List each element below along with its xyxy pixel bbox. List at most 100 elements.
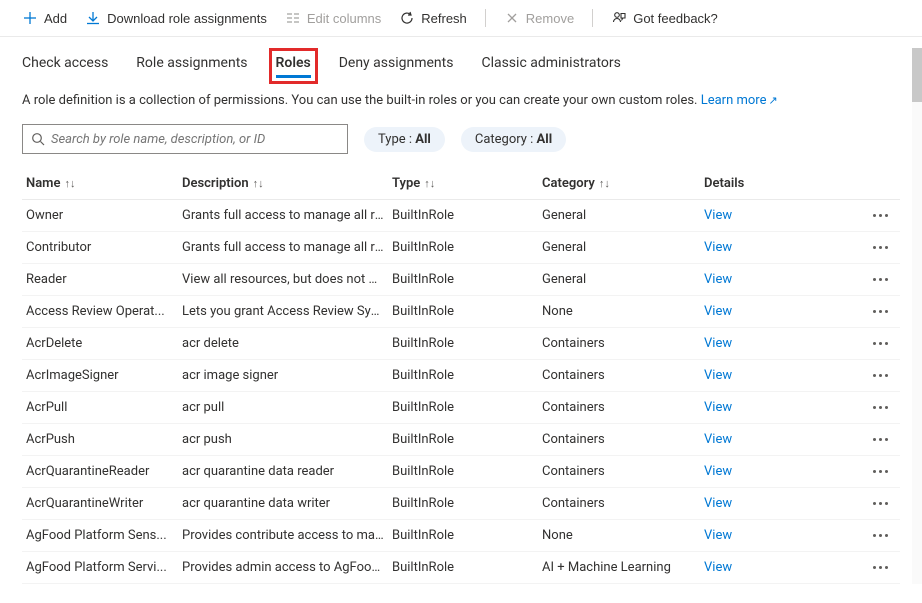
cell-category: Containers (542, 496, 704, 511)
cell-details: View (704, 304, 824, 319)
row-actions-menu[interactable] (869, 306, 892, 317)
col-header-details: Details (704, 176, 824, 191)
edit-columns-label: Edit columns (307, 11, 381, 26)
row-actions-menu[interactable] (869, 402, 892, 413)
table-row[interactable]: ReaderView all resources, but does not a… (22, 264, 900, 296)
table-row[interactable]: ContributorGrants full access to manage … (22, 232, 900, 264)
search-input[interactable] (51, 132, 339, 147)
cell-description: Provides admin access to AgFood ... (182, 560, 392, 575)
table-row[interactable]: AcrQuarantineReaderacr quarantine data r… (22, 456, 900, 488)
feedback-button[interactable]: Got feedback? (611, 8, 718, 28)
filter-type-label: Type : (378, 132, 415, 147)
remove-label: Remove (526, 11, 574, 26)
refresh-button[interactable]: Refresh (399, 8, 467, 28)
search-input-wrapper[interactable] (22, 124, 348, 154)
learn-more-link[interactable]: Learn more↗ (701, 93, 778, 108)
view-link[interactable]: View (704, 400, 732, 415)
view-link[interactable]: View (704, 560, 732, 575)
row-actions-menu[interactable] (869, 338, 892, 349)
cell-description: acr push (182, 432, 392, 447)
view-link[interactable]: View (704, 528, 732, 543)
filter-type[interactable]: Type : All (364, 127, 445, 152)
sort-icon: ↑↓ (599, 177, 610, 190)
cell-details: View (704, 464, 824, 479)
row-actions-menu[interactable] (869, 530, 892, 541)
toolbar-separator (485, 9, 486, 27)
table-row[interactable]: Access Review Operat...Lets you grant Ac… (22, 296, 900, 328)
view-link[interactable]: View (704, 208, 732, 223)
row-actions-menu[interactable] (869, 370, 892, 381)
table-row[interactable]: AcrImageSigneracr image signerBuiltInRol… (22, 360, 900, 392)
table-body: OwnerGrants full access to manage all re… (22, 200, 900, 584)
download-label: Download role assignments (107, 11, 267, 26)
cell-description: acr delete (182, 336, 392, 351)
cell-category: General (542, 208, 704, 223)
tab-roles[interactable]: Roles (276, 55, 311, 77)
table-row[interactable]: AcrPullacr pullBuiltInRoleContainersView (22, 392, 900, 424)
col-header-name[interactable]: Name↑↓ (22, 176, 182, 191)
scrollbar-thumb[interactable] (912, 48, 922, 102)
toolbar-separator (592, 9, 593, 27)
cell-category: Containers (542, 336, 704, 351)
cell-name: AcrPull (22, 400, 182, 415)
search-icon (31, 132, 45, 146)
row-actions-menu[interactable] (869, 466, 892, 477)
cell-category: None (542, 304, 704, 319)
toolbar: Add Download role assignments Edit colum… (0, 0, 922, 37)
tab-check-access[interactable]: Check access (22, 55, 108, 77)
external-link-icon: ↗ (769, 94, 778, 107)
cell-category: AI + Machine Learning (542, 560, 704, 575)
cell-type: BuiltInRole (392, 304, 542, 319)
view-link[interactable]: View (704, 432, 732, 447)
view-link[interactable]: View (704, 496, 732, 511)
cell-name: AcrQuarantineReader (22, 464, 182, 479)
view-link[interactable]: View (704, 368, 732, 383)
view-link[interactable]: View (704, 272, 732, 287)
refresh-icon (399, 10, 415, 26)
cell-description: acr quarantine data reader (182, 464, 392, 479)
cell-type: BuiltInRole (392, 208, 542, 223)
table-row[interactable]: OwnerGrants full access to manage all re… (22, 200, 900, 232)
filter-bar: Type : All Category : All (0, 124, 922, 168)
col-header-type[interactable]: Type↑↓ (392, 176, 542, 191)
cell-actions (824, 562, 900, 573)
cell-type: BuiltInRole (392, 464, 542, 479)
cell-description: acr pull (182, 400, 392, 415)
row-actions-menu[interactable] (869, 498, 892, 509)
tab-deny-assignments[interactable]: Deny assignments (339, 55, 454, 77)
cell-description: Grants full access to manage all res... (182, 208, 392, 223)
row-actions-menu[interactable] (869, 242, 892, 253)
cell-details: View (704, 432, 824, 447)
row-actions-menu[interactable] (869, 210, 892, 221)
table-row[interactable]: AgFood Platform Sens...Provides contribu… (22, 520, 900, 552)
description-text: A role definition is a collection of per… (22, 93, 697, 108)
download-button[interactable]: Download role assignments (85, 8, 267, 28)
row-actions-menu[interactable] (869, 562, 892, 573)
table-row[interactable]: AcrQuarantineWriteracr quarantine data w… (22, 488, 900, 520)
col-header-category[interactable]: Category↑↓ (542, 176, 704, 191)
cell-category: Containers (542, 368, 704, 383)
col-header-description[interactable]: Description↑↓ (182, 176, 392, 191)
add-button[interactable]: Add (22, 8, 67, 28)
scrollbar[interactable] (912, 48, 922, 584)
table-row[interactable]: AcrDeleteacr deleteBuiltInRoleContainers… (22, 328, 900, 360)
row-actions-menu[interactable] (869, 274, 892, 285)
view-link[interactable]: View (704, 240, 732, 255)
row-actions-menu[interactable] (869, 434, 892, 445)
cell-name: Contributor (22, 240, 182, 255)
table-row[interactable]: AcrPushacr pushBuiltInRoleContainersView (22, 424, 900, 456)
cell-name: AgFood Platform Servi... (22, 560, 182, 575)
cell-actions (824, 274, 900, 285)
tab-classic-administrators[interactable]: Classic administrators (481, 55, 620, 77)
refresh-label: Refresh (421, 11, 467, 26)
table-header: Name↑↓ Description↑↓ Type↑↓ Category↑↓ D… (22, 168, 900, 200)
filter-category[interactable]: Category : All (461, 127, 566, 152)
table-row[interactable]: AgFood Platform Servi...Provides admin a… (22, 552, 900, 584)
view-link[interactable]: View (704, 304, 732, 319)
cell-type: BuiltInRole (392, 528, 542, 543)
view-link[interactable]: View (704, 336, 732, 351)
view-link[interactable]: View (704, 464, 732, 479)
cell-type: BuiltInRole (392, 368, 542, 383)
tab-role-assignments[interactable]: Role assignments (136, 55, 247, 77)
cell-details: View (704, 240, 824, 255)
